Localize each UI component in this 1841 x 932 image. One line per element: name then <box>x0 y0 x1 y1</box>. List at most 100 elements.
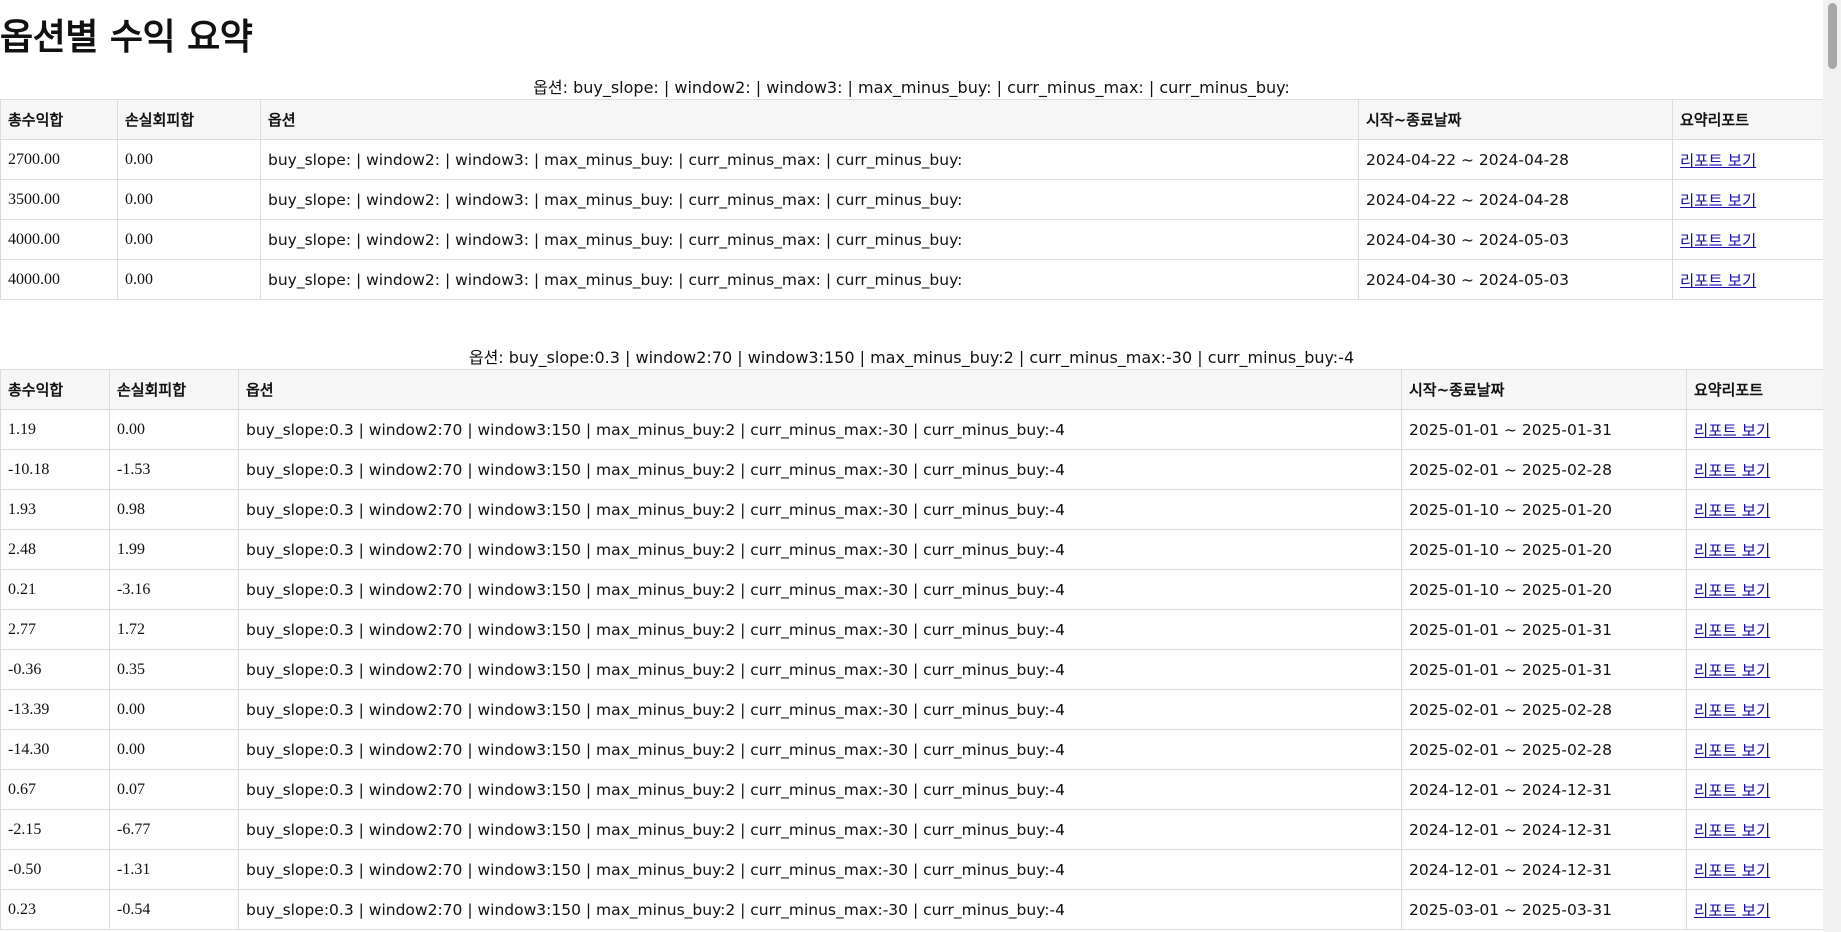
page-title: 옵션별 수익 요약 <box>0 17 253 58</box>
total-cell: -10.18 <box>0 449 110 490</box>
col-header-loss-avoid: 손실회피합 <box>109 369 239 410</box>
period-cell: 2024-12-01 ~ 2024-12-31 <box>1401 849 1687 890</box>
table-header-row: 총수익합 손실회피합 옵션 시작~종료날짜 요약리포트 <box>0 99 1824 140</box>
report-cell: 리포트 보기 <box>1686 489 1824 530</box>
options-cell: buy_slope:0.3 | window2:70 | window3:150… <box>238 769 1402 810</box>
options-cell: buy_slope:0.3 | window2:70 | window3:150… <box>238 809 1402 850</box>
total-cell: -0.50 <box>0 849 110 890</box>
total-cell: -0.36 <box>0 649 110 690</box>
options-cell: buy_slope:0.3 | window2:70 | window3:150… <box>238 729 1402 770</box>
loss-avoid-cell: 0.00 <box>117 179 261 220</box>
col-header-options: 옵션 <box>238 369 1402 410</box>
period-cell: 2025-01-01 ~ 2025-01-31 <box>1401 409 1687 450</box>
loss-avoid-cell: 0.07 <box>109 769 239 810</box>
loss-avoid-cell: 0.35 <box>109 649 239 690</box>
options-cell: buy_slope: | window2: | window3: | max_m… <box>260 179 1359 220</box>
report-link[interactable]: 리포트 보기 <box>1694 662 1770 680</box>
report-link[interactable]: 리포트 보기 <box>1694 502 1770 520</box>
report-cell: 리포트 보기 <box>1686 889 1824 930</box>
section-caption: 옵션: buy_slope: | window2: | window3: | m… <box>533 78 1290 97</box>
scrollbar-thumb[interactable] <box>1828 3 1837 69</box>
total-cell: -13.39 <box>0 689 110 730</box>
col-header-loss-avoid: 손실회피합 <box>117 99 261 140</box>
total-cell: -2.15 <box>0 809 110 850</box>
period-cell: 2025-01-10 ~ 2025-01-20 <box>1401 489 1687 530</box>
summary-table-1: 총수익합 손실회피합 옵션 시작~종료날짜 요약리포트 2700.00 0.00 b… <box>0 99 1824 300</box>
section-caption: 옵션: buy_slope:0.3 | window2:70 | window3… <box>468 348 1355 367</box>
period-cell: 2025-01-10 ~ 2025-01-20 <box>1401 569 1687 610</box>
report-cell: 리포트 보기 <box>1686 449 1824 490</box>
table-row: 4000.00 0.00 buy_slope: | window2: | windo… <box>0 259 1824 300</box>
report-cell: 리포트 보기 <box>1686 569 1824 610</box>
loss-avoid-cell: 1.72 <box>109 609 239 650</box>
loss-avoid-cell: 0.00 <box>117 139 261 180</box>
col-header-report: 요약리포트 <box>1686 369 1824 410</box>
report-link[interactable]: 리포트 보기 <box>1680 192 1756 210</box>
table-body: 1.19 0.00 buy_slope:0.3 | window2:70 | win… <box>0 409 1824 930</box>
total-cell: 4000.00 <box>0 259 118 300</box>
report-cell: 리포트 보기 <box>1686 849 1824 890</box>
loss-avoid-cell: -1.31 <box>109 849 239 890</box>
options-cell: buy_slope: | window2: | window3: | max_m… <box>260 219 1359 260</box>
loss-avoid-cell: -1.53 <box>109 449 239 490</box>
vertical-scrollbar[interactable] <box>1823 0 1841 932</box>
col-header-period: 시작~종료날짜 <box>1358 99 1673 140</box>
report-link[interactable]: 리포트 보기 <box>1694 422 1770 440</box>
report-cell: 리포트 보기 <box>1672 219 1824 260</box>
table-row: -0.50 -1.31 buy_slope:0.3 | window2:70 | w… <box>0 849 1824 890</box>
loss-avoid-cell: 0.00 <box>109 689 239 730</box>
summary-section-2: 옵션: buy_slope:0.3 | window2:70 | window3… <box>0 347 1824 930</box>
total-cell: 0.67 <box>0 769 110 810</box>
period-cell: 2025-02-01 ~ 2025-02-28 <box>1401 729 1687 770</box>
report-link[interactable]: 리포트 보기 <box>1680 232 1756 250</box>
report-link[interactable]: 리포트 보기 <box>1694 582 1770 600</box>
report-link[interactable]: 리포트 보기 <box>1680 152 1756 170</box>
col-header-options: 옵션 <box>260 99 1359 140</box>
report-cell: 리포트 보기 <box>1686 689 1824 730</box>
report-cell: 리포트 보기 <box>1686 409 1824 450</box>
period-cell: 2025-01-01 ~ 2025-01-31 <box>1401 649 1687 690</box>
options-cell: buy_slope:0.3 | window2:70 | window3:150… <box>238 609 1402 650</box>
options-cell: buy_slope:0.3 | window2:70 | window3:150… <box>238 569 1402 610</box>
loss-avoid-cell: 0.98 <box>109 489 239 530</box>
table-row: -13.39 0.00 buy_slope:0.3 | window2:70 | w… <box>0 689 1824 730</box>
report-link[interactable]: 리포트 보기 <box>1694 462 1770 480</box>
report-link[interactable]: 리포트 보기 <box>1694 822 1770 840</box>
report-link[interactable]: 리포트 보기 <box>1694 862 1770 880</box>
table-row: 0.21 -3.16 buy_slope:0.3 | window2:70 | wi… <box>0 569 1824 610</box>
loss-avoid-cell: -6.77 <box>109 809 239 850</box>
total-cell: 1.93 <box>0 489 110 530</box>
table-row: 1.93 0.98 buy_slope:0.3 | window2:70 | win… <box>0 489 1824 530</box>
summary-table-2: 총수익합 손실회피합 옵션 시작~종료날짜 요약리포트 1.19 0.00 buy_… <box>0 369 1824 930</box>
report-link[interactable]: 리포트 보기 <box>1694 702 1770 720</box>
options-cell: buy_slope:0.3 | window2:70 | window3:150… <box>238 689 1402 730</box>
report-link[interactable]: 리포트 보기 <box>1694 902 1770 920</box>
loss-avoid-cell: 1.99 <box>109 529 239 570</box>
period-cell: 2024-04-30 ~ 2024-05-03 <box>1358 219 1673 260</box>
report-link[interactable]: 리포트 보기 <box>1694 622 1770 640</box>
options-cell: buy_slope:0.3 | window2:70 | window3:150… <box>238 649 1402 690</box>
table-row: 3500.00 0.00 buy_slope: | window2: | windo… <box>0 179 1824 220</box>
options-cell: buy_slope:0.3 | window2:70 | window3:150… <box>238 849 1402 890</box>
table-row: 4000.00 0.00 buy_slope: | window2: | windo… <box>0 219 1824 260</box>
total-cell: 1.19 <box>0 409 110 450</box>
options-cell: buy_slope:0.3 | window2:70 | window3:150… <box>238 449 1402 490</box>
period-cell: 2025-03-01 ~ 2025-03-31 <box>1401 889 1687 930</box>
report-cell: 리포트 보기 <box>1672 179 1824 220</box>
total-cell: 0.21 <box>0 569 110 610</box>
period-cell: 2024-12-01 ~ 2024-12-31 <box>1401 769 1687 810</box>
options-cell: buy_slope: | window2: | window3: | max_m… <box>260 139 1359 180</box>
col-header-period: 시작~종료날짜 <box>1401 369 1687 410</box>
report-link[interactable]: 리포트 보기 <box>1694 782 1770 800</box>
report-link[interactable]: 리포트 보기 <box>1694 542 1770 560</box>
options-cell: buy_slope:0.3 | window2:70 | window3:150… <box>238 529 1402 570</box>
col-header-total: 총수익합 <box>0 99 118 140</box>
table-row: 0.67 0.07 buy_slope:0.3 | window2:70 | win… <box>0 769 1824 810</box>
report-link[interactable]: 리포트 보기 <box>1694 742 1770 760</box>
options-cell: buy_slope:0.3 | window2:70 | window3:150… <box>238 489 1402 530</box>
col-header-report: 요약리포트 <box>1672 99 1824 140</box>
loss-avoid-cell: -0.54 <box>109 889 239 930</box>
report-link[interactable]: 리포트 보기 <box>1680 272 1756 290</box>
total-cell: 3500.00 <box>0 179 118 220</box>
total-cell: 4000.00 <box>0 219 118 260</box>
